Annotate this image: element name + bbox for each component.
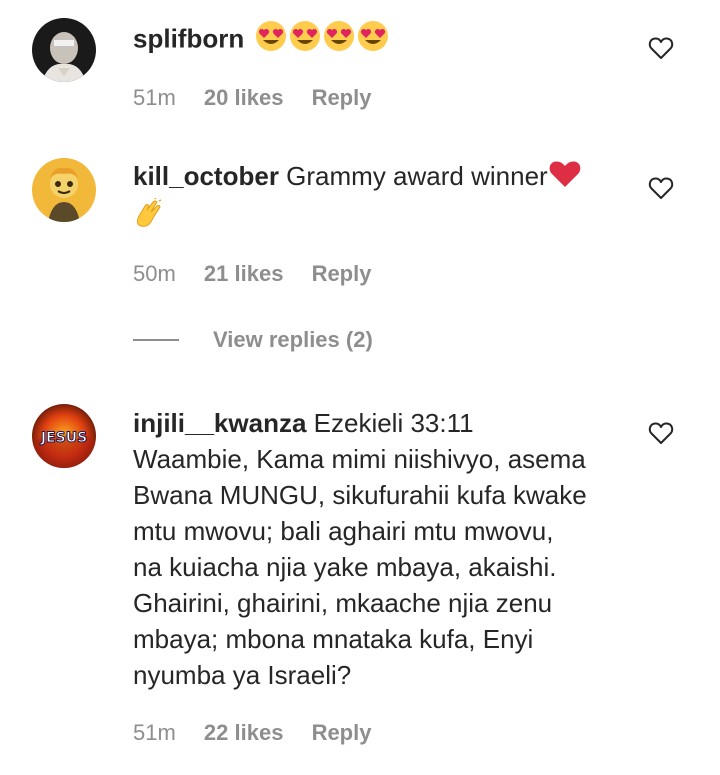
comment-line: nyumba ya Israeli? bbox=[133, 660, 352, 690]
avatar[interactable]: JESUS bbox=[32, 404, 96, 468]
likes-count[interactable]: 21 likes bbox=[204, 261, 284, 286]
likes-count[interactable]: 20 likes bbox=[204, 85, 284, 110]
comment-text: kill_october Grammy award winner bbox=[133, 158, 633, 239]
comment-meta: 51m 22 likes Reply bbox=[133, 720, 393, 746]
comment-body: Grammy award winner bbox=[286, 161, 548, 191]
view-replies-label[interactable]: View replies (2) bbox=[213, 327, 373, 353]
avatar[interactable] bbox=[32, 18, 96, 82]
reply-button[interactable]: Reply bbox=[312, 85, 372, 110]
comment-username[interactable]: splifborn bbox=[133, 23, 244, 53]
red-heart-icon bbox=[548, 159, 582, 198]
view-replies-button[interactable]: View replies (2) bbox=[133, 324, 373, 356]
like-heart-icon[interactable] bbox=[648, 176, 674, 200]
comment-line: Bwana MUNGU, sikufurahii kufa kwake bbox=[133, 480, 587, 510]
comment-username[interactable]: injili__kwanza bbox=[133, 408, 306, 438]
comment-text: splifborn bbox=[133, 20, 633, 61]
comment-time: 51m bbox=[133, 85, 176, 110]
heart-eyes-emoji-icon bbox=[255, 20, 391, 61]
comment-body: Ezekieli 33:11 bbox=[313, 408, 474, 438]
comment-time: 50m bbox=[133, 261, 176, 286]
comment-line: Waambie, Kama mimi niishivyo, asema bbox=[133, 444, 586, 474]
avatar[interactable] bbox=[32, 158, 96, 222]
comment-text: injili__kwanza Ezekieli 33:11 Waambie, K… bbox=[133, 405, 633, 693]
clapping-hands-icon bbox=[133, 195, 163, 239]
comment-line: na kuiacha njia yake mbaya, akaishi. bbox=[133, 552, 557, 582]
comment-line: Ghairini, ghairini, mkaache njia zenu bbox=[133, 588, 553, 618]
likes-count[interactable]: 22 likes bbox=[204, 720, 284, 745]
comment-line: mbaya; mbona mnataka kufa, Enyi bbox=[133, 624, 534, 654]
comment-meta: 51m 20 likes Reply bbox=[133, 85, 393, 111]
comment-username[interactable]: kill_october bbox=[133, 161, 279, 191]
reply-button[interactable]: Reply bbox=[312, 720, 372, 745]
divider-line bbox=[133, 339, 179, 341]
comment-line: mtu mwovu; bali aghairi mtu mwovu, bbox=[133, 516, 554, 546]
avatar-text: JESUS bbox=[40, 430, 87, 446]
comment-meta: 50m 21 likes Reply bbox=[133, 261, 393, 287]
comment-time: 51m bbox=[133, 720, 176, 745]
like-heart-icon[interactable] bbox=[648, 421, 674, 445]
like-heart-icon[interactable] bbox=[648, 36, 674, 60]
reply-button[interactable]: Reply bbox=[312, 261, 372, 286]
